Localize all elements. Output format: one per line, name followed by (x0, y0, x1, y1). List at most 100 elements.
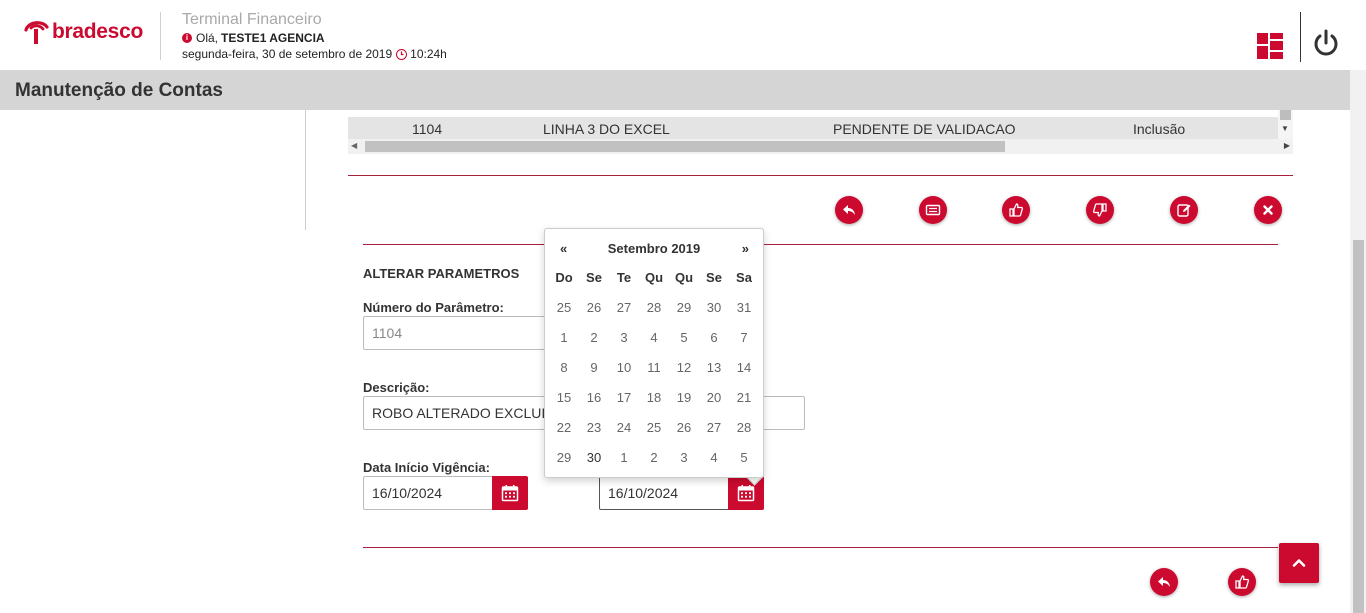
calendar-day[interactable]: 3 (609, 323, 639, 353)
apps-grid-icon[interactable] (1257, 33, 1283, 59)
scroll-down-arrow-icon[interactable]: ▼ (1281, 124, 1289, 133)
app-header: bradesco Terminal Financeiro i Olá, TEST… (0, 0, 1366, 70)
data-inicio-calendar-button[interactable] (492, 476, 528, 510)
back-button-bottom[interactable] (1150, 568, 1178, 596)
calendar-day[interactable]: 7 (729, 323, 759, 353)
calendar-day[interactable]: 5 (729, 443, 759, 473)
weekday-header: Qu (644, 270, 664, 285)
calendar-day[interactable]: 11 (639, 353, 669, 383)
close-icon (1263, 205, 1273, 215)
weekday-header: Qu (674, 270, 694, 285)
page-title-bar: Manutenção de Contas (0, 70, 1350, 110)
calendar-day[interactable]: 10 (609, 353, 639, 383)
calendar-day[interactable]: 6 (699, 323, 729, 353)
datepicker-month-title[interactable]: Setembro 2019 (545, 241, 763, 256)
divider (363, 547, 1278, 548)
data-inicio-label: Data Início Vigência: (363, 460, 490, 475)
table-row[interactable]: 1104 LINHA 3 DO EXCEL PENDENTE DE VALIDA… (348, 117, 1278, 139)
cell-number: 1104 (412, 121, 443, 137)
header-divider (160, 12, 161, 60)
datepicker-next-button[interactable]: » (742, 241, 749, 256)
data-inicio-field[interactable]: 16/10/2024 (363, 476, 493, 510)
calendar-day[interactable]: 25 (639, 413, 669, 443)
calendar-day[interactable]: 28 (639, 293, 669, 323)
current-date: segunda-feira, 30 de setembro de 2019 (182, 47, 393, 61)
datepicker-grid: Do Se Te Qu Qu Se Sa 25 26 27 28 29 30 31 1 2 3 4 5 6 7 8 9 10 1… (549, 263, 759, 473)
calendar-day[interactable]: 2 (579, 323, 609, 353)
calendar-day[interactable]: 22 (549, 413, 579, 443)
calendar-day[interactable]: 4 (639, 323, 669, 353)
clock-icon (396, 48, 408, 60)
calendar-day[interactable]: 1 (549, 323, 579, 353)
numero-label: Número do Parâmetro: (363, 300, 504, 315)
page-title: Manutenção de Contas (15, 80, 223, 101)
calendar-day[interactable]: 12 (669, 353, 699, 383)
numero-field: 1104 (363, 316, 563, 350)
chevron-up-icon (1292, 559, 1306, 567)
calendar-day[interactable]: 27 (609, 293, 639, 323)
thumbs-down-icon (1092, 203, 1107, 217)
calendar-day[interactable]: 19 (669, 383, 699, 413)
sidebar-divider (305, 110, 306, 230)
scroll-thumb[interactable] (1280, 110, 1291, 120)
calendar-day[interactable]: 18 (639, 383, 669, 413)
calendar-day[interactable]: 27 (699, 413, 729, 443)
weekday-header: Te (616, 270, 632, 285)
calendar-day[interactable]: 30 (579, 443, 609, 473)
details-button[interactable] (919, 196, 947, 224)
calendar-day[interactable]: 23 (579, 413, 609, 443)
approve-button[interactable] (1002, 196, 1030, 224)
scroll-left-arrow-icon[interactable]: ◀ (351, 141, 357, 150)
edit-button[interactable] (1170, 196, 1198, 224)
confirm-button-bottom[interactable] (1228, 568, 1256, 596)
reply-icon (843, 205, 855, 215)
delete-button[interactable] (1254, 196, 1282, 224)
scroll-thumb[interactable] (365, 141, 1005, 152)
page-scrollbar[interactable] (1350, 70, 1366, 613)
calendar-day[interactable]: 4 (699, 443, 729, 473)
back-button[interactable] (835, 196, 863, 224)
calendar-day[interactable]: 8 (549, 353, 579, 383)
calendar-day[interactable]: 15 (549, 383, 579, 413)
calendar-day[interactable]: 16 (579, 383, 609, 413)
calendar-day[interactable]: 21 (729, 383, 759, 413)
scroll-right-arrow-icon[interactable]: ▶ (1284, 141, 1290, 150)
calendar-day[interactable]: 25 (549, 293, 579, 323)
reject-button[interactable] (1086, 196, 1114, 224)
calendar-day[interactable]: 24 (609, 413, 639, 443)
calendar-day[interactable]: 26 (669, 413, 699, 443)
app-title: Terminal Financeiro (182, 11, 322, 28)
calendar-day[interactable]: 29 (549, 443, 579, 473)
calendar-day[interactable]: 17 (609, 383, 639, 413)
calendar-day[interactable]: 26 (579, 293, 609, 323)
calendar-day[interactable]: 3 (669, 443, 699, 473)
calendar-day[interactable]: 31 (729, 293, 759, 323)
cell-description: LINHA 3 DO EXCEL (543, 121, 670, 137)
table-vertical-scrollbar[interactable]: ▼ (1278, 110, 1293, 140)
divider (348, 175, 1293, 176)
calendar-day[interactable]: 29 (669, 293, 699, 323)
section-title: ALTERAR PARAMETROS (363, 266, 520, 281)
power-icon[interactable] (1311, 28, 1341, 58)
calendar-day[interactable]: 14 (729, 353, 759, 383)
calendar-day[interactable]: 9 (579, 353, 609, 383)
weekday-header: Se (706, 270, 722, 285)
bradesco-logo[interactable]: bradesco (22, 18, 143, 46)
greeting-prefix: Olá, (196, 31, 219, 45)
datepicker-header: Setembro 2019 « » (545, 239, 763, 259)
data-fim-field[interactable]: 16/10/2024 (599, 476, 729, 510)
datepicker-prev-button[interactable]: « (560, 241, 567, 256)
calendar-day[interactable]: 5 (669, 323, 699, 353)
calendar-day[interactable]: 30 (699, 293, 729, 323)
calendar-day[interactable]: 13 (699, 353, 729, 383)
table-horizontal-scrollbar[interactable]: ◀ ▶ (348, 139, 1293, 154)
date-time: segunda-feira, 30 de setembro de 2019 10… (182, 47, 447, 61)
scroll-to-top-button[interactable] (1279, 543, 1319, 583)
calendar-day[interactable]: 2 (639, 443, 669, 473)
page-scroll-thumb[interactable] (1353, 240, 1364, 613)
calendar-day[interactable]: 20 (699, 383, 729, 413)
calendar-icon (737, 485, 755, 502)
calendar-day[interactable]: 28 (729, 413, 759, 443)
header-divider-right (1300, 12, 1301, 62)
calendar-day[interactable]: 1 (609, 443, 639, 473)
